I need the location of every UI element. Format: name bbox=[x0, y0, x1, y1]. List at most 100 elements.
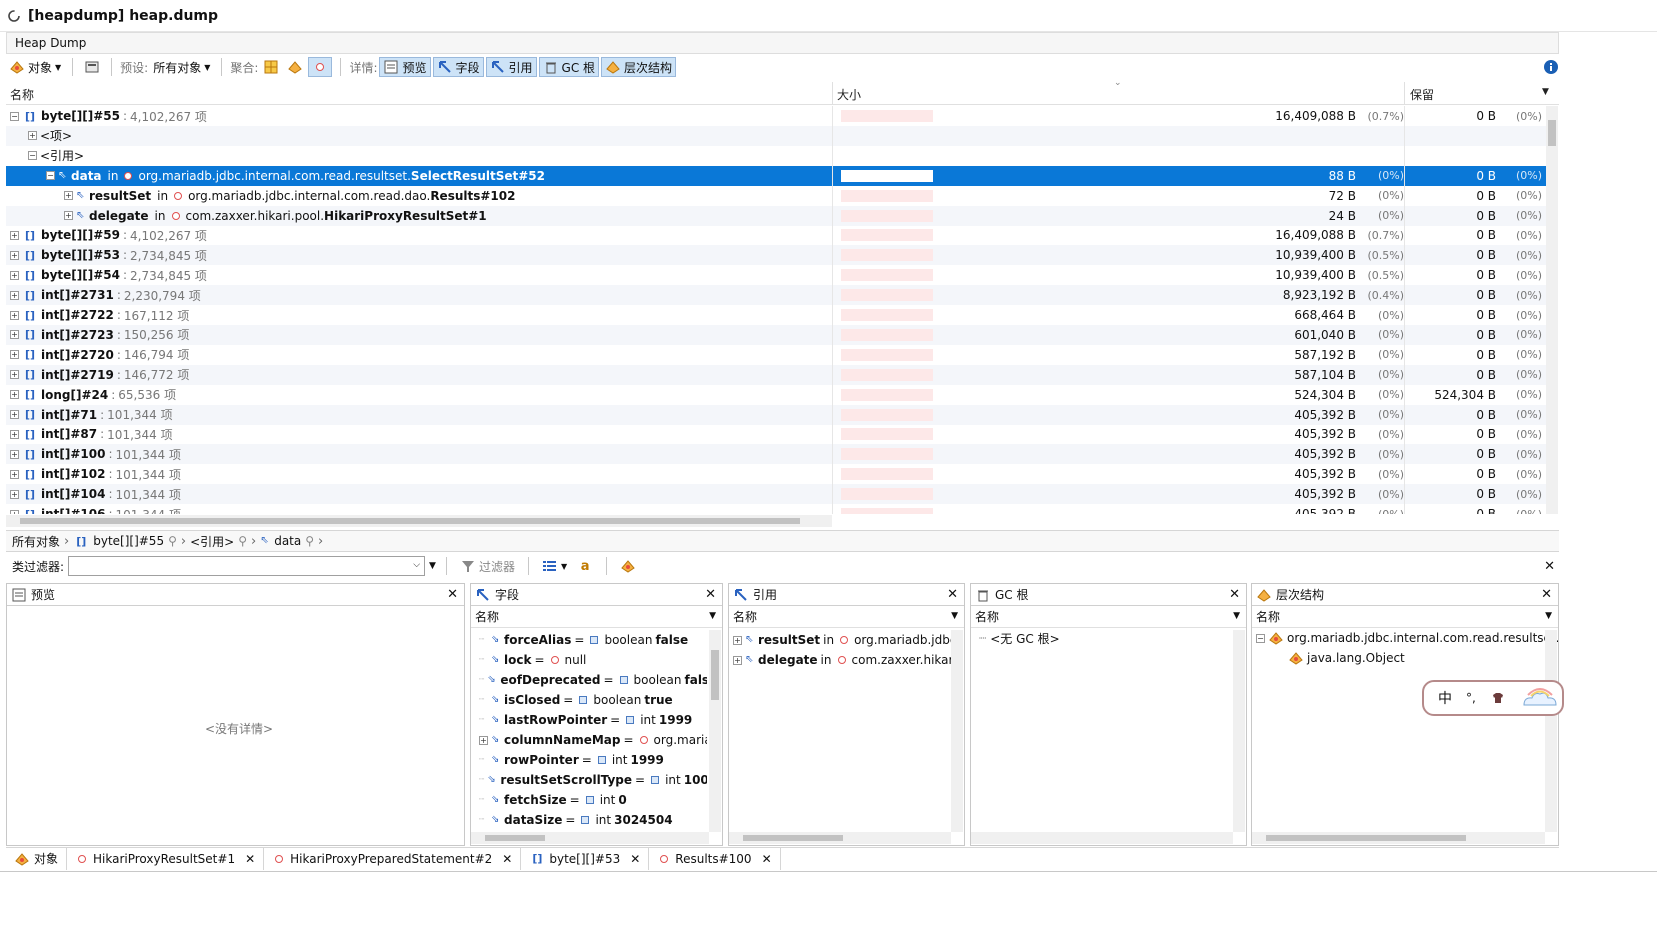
expand-icon[interactable]: + bbox=[10, 250, 19, 260]
reference-row[interactable]: + ⇖ resultSet in org.mariadb.jdbc. bbox=[729, 630, 951, 650]
table-row[interactable]: +[] int[]#71 : 101,344 项 405,392 B (0%) 0 B(… bbox=[6, 404, 1546, 425]
expand-icon[interactable]: + bbox=[10, 330, 19, 340]
info-icon[interactable] bbox=[1543, 59, 1559, 75]
hierarchy-toggle[interactable]: 层次结构 bbox=[601, 57, 677, 77]
table-row[interactable]: + [] int[]#2720 : 146,794 项 587,192 B (0%) 0 … bbox=[6, 345, 1546, 365]
close-icon[interactable]: ✕ bbox=[762, 852, 772, 866]
close-icon[interactable]: ✕ bbox=[245, 852, 255, 866]
close-icon[interactable]: ✕ bbox=[947, 587, 958, 602]
table-row[interactable]: −[] byte[][]#55 : 4,102,267 项 16,409,088 B… bbox=[6, 106, 1546, 126]
hierarchy-horizontal-scrollbar[interactable] bbox=[1252, 832, 1545, 844]
references-vertical-scrollbar[interactable] bbox=[951, 630, 963, 832]
close-icon[interactable]: ✕ bbox=[1544, 559, 1555, 574]
collapse-icon[interactable]: − bbox=[28, 151, 37, 161]
filter-button[interactable]: 过滤器 bbox=[457, 556, 518, 576]
expand-icon[interactable]: + bbox=[10, 469, 19, 479]
table-row[interactable]: + [] int[]#100 : 101,344 项 405,392 B (0%) 0 B… bbox=[6, 444, 1546, 465]
scroll-thumb[interactable] bbox=[485, 835, 545, 841]
table-row[interactable]: + ⇖ resultSet in org.mariadb.jdbc.internal.c… bbox=[6, 186, 1546, 206]
gc-roots-vertical-scrollbar[interactable] bbox=[1233, 630, 1245, 832]
expand-icon[interactable]: + bbox=[10, 350, 19, 360]
table-row[interactable]: + [] int[]#106 : 101,344 项 405,392 B (0%) 0 B… bbox=[6, 504, 1546, 514]
list-view-button[interactable]: ▼ bbox=[539, 556, 570, 576]
expand-icon[interactable]: + bbox=[479, 735, 488, 745]
preview-toggle[interactable]: 预览 bbox=[379, 57, 431, 77]
table-row[interactable]: + [] byte[][]#53 : 2,734,845 项 10,939,400 B… bbox=[6, 245, 1546, 266]
table-row[interactable]: + [] int[]#102 : 101,344 项 405,392 B (0%) 0 B… bbox=[6, 464, 1546, 484]
expand-icon[interactable]: + bbox=[733, 635, 742, 645]
scroll-thumb[interactable] bbox=[743, 835, 843, 841]
table-row[interactable]: + <项> bbox=[6, 125, 1546, 146]
hierarchy-item[interactable]: java.lang.Object bbox=[1252, 648, 1558, 668]
table-vertical-scrollbar[interactable] bbox=[1546, 106, 1558, 514]
fields-column-header[interactable]: 名称 ▼ bbox=[471, 606, 722, 628]
objects-button[interactable]: 对象 ▼ bbox=[6, 57, 64, 77]
expand-icon[interactable]: + bbox=[10, 449, 19, 459]
chevron-down-icon[interactable]: ⌵ bbox=[413, 560, 420, 570]
expand-icon[interactable]: + bbox=[64, 191, 73, 201]
class-filter-input[interactable]: ⌵ bbox=[68, 556, 426, 576]
table-row[interactable]: + [] int[]#2719 : 146,772 项 587,104 B (0%) 0 … bbox=[6, 364, 1546, 385]
breadcrumb-item[interactable]: <引用> ⚲ › bbox=[190, 533, 256, 550]
expand-icon[interactable]: + bbox=[10, 509, 19, 514]
aggregate-class-button[interactable] bbox=[260, 57, 282, 77]
pin-icon[interactable]: ⚲ bbox=[305, 534, 314, 548]
close-icon[interactable]: ✕ bbox=[1541, 587, 1552, 602]
field-row[interactable]: ┈ ⇘ isClosed = boolean true bbox=[471, 690, 707, 710]
field-row[interactable]: ┈⇘ eofDeprecated = booleanfalse bbox=[471, 670, 707, 690]
scroll-thumb[interactable] bbox=[711, 650, 719, 700]
expand-icon[interactable]: + bbox=[10, 290, 19, 300]
expand-icon[interactable]: + bbox=[733, 655, 742, 665]
breadcrumb-item[interactable]: ⇖ data ⚲ › bbox=[260, 534, 323, 549]
expand-icon[interactable]: + bbox=[10, 270, 19, 280]
table-row[interactable]: − <引用> bbox=[6, 146, 1546, 166]
breadcrumb-item[interactable]: 所有对象 › bbox=[12, 533, 69, 550]
references-toggle[interactable]: 引用 bbox=[485, 57, 537, 77]
field-row[interactable]: ┈⇘ resultSetScrollType = int1003 bbox=[471, 770, 707, 790]
hierarchy-column-header[interactable]: 名称 ▼ bbox=[1252, 606, 1558, 628]
ime-punctuation-toggle[interactable]: °, bbox=[1466, 691, 1476, 705]
close-icon[interactable]: ✕ bbox=[1229, 587, 1240, 602]
table-row[interactable]: + [] int[]#2731 : 2,230,794 项 8,923,192 B (0… bbox=[6, 285, 1546, 306]
table-row[interactable]: + [] int[]#104 : 101,344 项 405,392 B (0%) 0 B… bbox=[6, 484, 1546, 505]
heap-dump-tab[interactable]: Heap Dump bbox=[6, 32, 1559, 54]
table-row[interactable]: − ⇖ data in org.mariadb.jdbc.internal.com.re… bbox=[6, 165, 1546, 186]
hierarchy-vertical-scrollbar[interactable] bbox=[1545, 630, 1557, 832]
field-row[interactable]: ┈ ⇘ rowPointer = int 1999 bbox=[471, 750, 707, 770]
expand-icon[interactable]: + bbox=[10, 370, 19, 380]
close-icon[interactable]: ✕ bbox=[705, 587, 716, 602]
col-retained-header[interactable]: 保留 bbox=[1410, 86, 1434, 103]
ime-language-toggle[interactable]: 中 bbox=[1438, 688, 1452, 708]
ime-toolbar[interactable]: 中 °, bbox=[1422, 680, 1564, 716]
expand-icon[interactable]: + bbox=[10, 429, 19, 439]
field-row[interactable]: ┈ ⇘ dataSize = int 3024504 bbox=[471, 810, 707, 830]
scroll-thumb[interactable] bbox=[20, 518, 800, 524]
gc-roots-horizontal-scrollbar[interactable] bbox=[971, 832, 1233, 844]
fields-vertical-scrollbar[interactable] bbox=[709, 630, 721, 832]
close-icon[interactable]: ✕ bbox=[630, 852, 640, 866]
fields-horizontal-scrollbar[interactable] bbox=[471, 832, 709, 844]
column-menu-chevron-icon[interactable]: ▼ bbox=[1545, 611, 1552, 621]
gc-roots-column-header[interactable]: 名称 ▼ bbox=[971, 606, 1246, 628]
col-name-header[interactable]: 名称 bbox=[10, 86, 34, 103]
font-button[interactable]: a bbox=[574, 556, 596, 576]
snapshot-button[interactable] bbox=[81, 57, 103, 77]
scroll-thumb[interactable] bbox=[1548, 120, 1556, 146]
bottom-tab[interactable]: HikariProxyResultSet#1 ✕ bbox=[67, 847, 265, 870]
show-objects-button[interactable] bbox=[617, 556, 639, 576]
bottom-tab[interactable]: Results#100 ✕ bbox=[649, 847, 781, 870]
table-row[interactable]: +[] int[]#87 : 101,344 项 405,392 B (0%) 0 B(… bbox=[6, 424, 1546, 444]
table-row[interactable]: + [] int[]#2722 : 167,112 项 668,464 B (0%) 0 … bbox=[6, 305, 1546, 325]
ime-cloud-icon[interactable] bbox=[1520, 688, 1560, 706]
pin-icon[interactable]: ⚲ bbox=[238, 534, 247, 548]
pin-icon[interactable]: ⚲ bbox=[168, 534, 177, 548]
bottom-tab[interactable]: [] byte[][]#53 ✕ bbox=[521, 847, 650, 870]
expand-icon[interactable]: + bbox=[10, 230, 19, 240]
field-row[interactable]: ┈ ⇘ fetchSize = int 0 bbox=[471, 790, 707, 810]
column-menu-chevron-icon[interactable]: ▼ bbox=[951, 611, 958, 621]
scroll-thumb[interactable] bbox=[1266, 835, 1466, 841]
expand-icon[interactable]: + bbox=[10, 310, 19, 320]
expand-icon[interactable]: + bbox=[10, 410, 19, 419]
ime-skin-icon[interactable] bbox=[1490, 690, 1506, 706]
filter-options-chevron-icon[interactable]: ▼ bbox=[429, 561, 436, 571]
